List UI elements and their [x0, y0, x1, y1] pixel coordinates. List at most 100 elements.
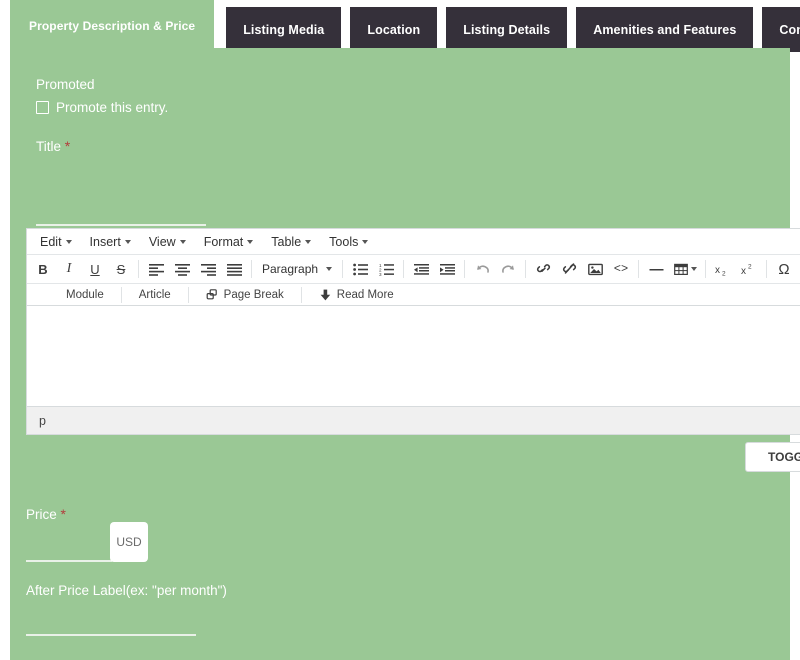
details-rich-text-editor: Edit Insert View Format Table Tools B I …	[26, 228, 800, 435]
align-center-icon[interactable]	[170, 257, 194, 281]
editor-content-area[interactable]	[27, 306, 800, 406]
insert-table-icon[interactable]	[670, 257, 700, 281]
tab-label: Listing Details	[463, 22, 551, 37]
toggle-editor-button[interactable]: TOGGLE EDITOR	[745, 442, 800, 472]
bullet-list-icon[interactable]	[348, 257, 372, 281]
title-label-text: Title	[36, 139, 62, 154]
special-character-omega-icon[interactable]: Ω	[772, 257, 796, 281]
editor-toolbar-row2: Module Article Page Break Read More	[27, 284, 800, 306]
editor-toolbar-row1: B I U S Paragraph 1 2 3 <> x 2 x 2 Ω	[27, 255, 800, 284]
insert-image-icon[interactable]	[583, 257, 607, 281]
tab-amenities-and-features[interactable]: Amenities and Features	[576, 7, 754, 52]
outdent-icon[interactable]	[409, 257, 433, 281]
source-code-icon[interactable]: <>	[609, 257, 633, 281]
toolbar-divider	[464, 260, 465, 278]
title-required-asterisk: *	[64, 138, 71, 154]
menu-edit[interactable]: Edit	[31, 231, 81, 253]
tab-listing-media[interactable]: Listing Media	[226, 7, 342, 52]
tab-label: Property Description & Price	[29, 19, 196, 33]
undo-icon[interactable]	[470, 257, 494, 281]
page-break-icon	[206, 288, 217, 299]
module-label: Module	[66, 288, 104, 301]
toolbar-divider	[138, 260, 139, 278]
menu-insert[interactable]: Insert	[81, 231, 140, 253]
redo-icon[interactable]	[496, 257, 520, 281]
article-button[interactable]: Article	[130, 285, 180, 305]
chevron-down-icon	[690, 267, 697, 271]
align-justify-icon[interactable]	[222, 257, 246, 281]
underline-icon[interactable]: U	[83, 257, 107, 281]
tab-contact[interactable]: Contact tab	[762, 7, 800, 52]
tab-label: Contact tab	[779, 22, 800, 37]
svg-text:2: 2	[748, 263, 752, 270]
bold-icon[interactable]: B	[31, 257, 55, 281]
read-more-button[interactable]: Read More	[310, 285, 403, 305]
toolbar-divider	[300, 286, 302, 303]
toolbar-divider	[251, 260, 252, 278]
menu-tools[interactable]: Tools	[320, 231, 377, 253]
chevron-down-icon	[247, 239, 254, 244]
menu-view[interactable]: View	[140, 231, 195, 253]
horizontal-rule-icon[interactable]	[644, 257, 668, 281]
italic-icon[interactable]: I	[57, 257, 81, 281]
menu-format[interactable]: Format	[195, 231, 263, 253]
paragraph-style-select[interactable]: Paragraph	[256, 258, 338, 280]
menu-tools-label: Tools	[329, 234, 359, 249]
chevron-down-icon	[326, 267, 332, 271]
indent-icon[interactable]	[435, 257, 459, 281]
page-break-button[interactable]: Page Break	[197, 285, 293, 305]
toolbar-divider	[705, 260, 706, 278]
svg-text:x: x	[741, 266, 746, 276]
title-input[interactable]	[36, 192, 206, 226]
after-price-input[interactable]	[26, 602, 196, 636]
align-left-icon[interactable]	[144, 257, 168, 281]
tab-location[interactable]: Location	[350, 7, 438, 52]
read-more-label: Read More	[336, 288, 394, 301]
tab-label: Amenities and Features	[593, 22, 737, 37]
toolbar-divider	[638, 260, 639, 278]
toggle-editor-label: TOGGLE EDITOR	[768, 450, 800, 464]
subscript-icon[interactable]: x 2	[711, 257, 735, 281]
price-input[interactable]	[26, 522, 112, 562]
article-label: Article	[138, 288, 171, 301]
toolbar-divider	[403, 260, 404, 278]
chevron-down-icon	[179, 239, 186, 244]
editor-statusbar: p	[27, 406, 800, 434]
promoted-label: Promoted	[36, 77, 95, 92]
svg-text:2: 2	[722, 270, 726, 276]
currency-label: USD	[110, 522, 148, 562]
editor-menubar: Edit Insert View Format Table Tools	[27, 229, 800, 255]
tab-label: Location	[367, 22, 421, 37]
chevron-down-icon	[305, 239, 312, 244]
down-arrow-icon	[320, 289, 330, 300]
title-label: Title *	[36, 137, 764, 156]
chevron-down-icon	[124, 239, 131, 244]
tab-listing-details[interactable]: Listing Details	[446, 7, 568, 52]
menu-edit-label: Edit	[40, 234, 62, 249]
tab-label: Listing Media	[243, 22, 325, 37]
menu-view-label: View	[148, 234, 176, 249]
module-button[interactable]: Module	[57, 285, 113, 305]
promote-checkbox[interactable]	[36, 101, 49, 114]
price-input-row: USD	[26, 522, 148, 562]
element-path[interactable]: p	[39, 414, 46, 428]
numbered-list-icon[interactable]: 1 2 3	[374, 257, 398, 281]
chevron-down-icon	[65, 239, 72, 244]
tab-property-description-price[interactable]: Property Description & Price	[10, 0, 215, 52]
page-root: Property Description & Price Listing Med…	[0, 0, 800, 660]
toolbar-divider	[342, 260, 343, 278]
promote-checkbox-label: Promote this entry.	[56, 100, 169, 115]
unlink-icon[interactable]	[557, 257, 581, 281]
superscript-icon[interactable]: x 2	[737, 257, 761, 281]
menu-insert-label: Insert	[89, 234, 121, 249]
menu-table[interactable]: Table	[262, 231, 320, 253]
link-icon[interactable]	[531, 257, 555, 281]
toolbar-divider	[766, 260, 767, 278]
promote-checkbox-row[interactable]: Promote this entry.	[36, 100, 764, 115]
tab-strip: Property Description & Price Listing Med…	[0, 0, 800, 52]
page-break-label: Page Break	[223, 288, 284, 301]
align-right-icon[interactable]	[196, 257, 220, 281]
strikethrough-icon[interactable]: S	[109, 257, 133, 281]
paragraph-style-label: Paragraph	[262, 262, 319, 276]
svg-text:x: x	[715, 265, 720, 276]
